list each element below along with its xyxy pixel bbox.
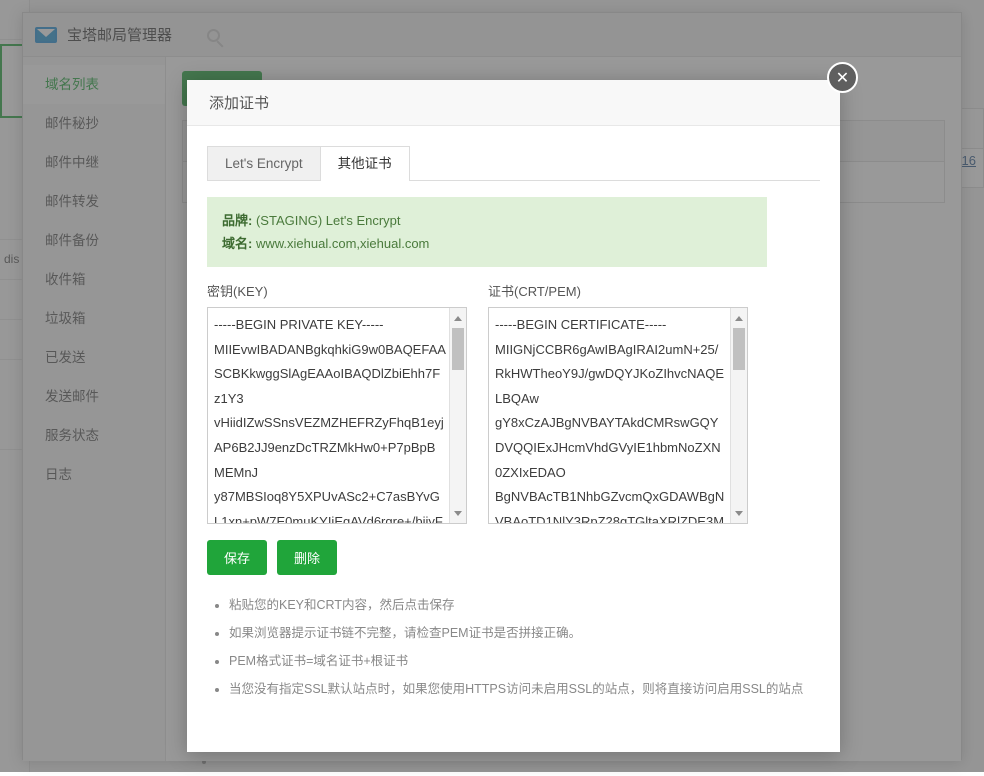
key-input[interactable]: -----BEGIN PRIVATE KEY----- MIIEvwIBADAN…: [207, 307, 467, 524]
scroll-up-icon[interactable]: [731, 310, 747, 326]
modal-body: Let's Encrypt 其他证书 品牌: (STAGING) Let's E…: [187, 126, 840, 703]
key-field-column: 密钥(KEY) -----BEGIN PRIVATE KEY----- MIIE…: [207, 281, 467, 524]
certificate-tips: 粘贴您的KEY和CRT内容，然后点击保存 如果浏览器提示证书链不完整，请检查PE…: [207, 591, 820, 703]
scroll-down-icon[interactable]: [450, 505, 466, 521]
info-brand-value: (STAGING) Let's Encrypt: [256, 213, 401, 228]
certificate-fields: 密钥(KEY) -----BEGIN PRIVATE KEY----- MIIE…: [207, 281, 820, 524]
tip-item: 粘贴您的KEY和CRT内容，然后点击保存: [229, 591, 820, 619]
key-field-label: 密钥(KEY): [207, 281, 467, 300]
scroll-down-icon[interactable]: [731, 505, 747, 521]
scroll-up-icon[interactable]: [450, 310, 466, 326]
close-icon[interactable]: ✕: [827, 62, 858, 93]
scrollbar-thumb[interactable]: [733, 328, 745, 370]
info-brand-line: 品牌: (STAGING) Let's Encrypt: [222, 209, 752, 232]
cert-input[interactable]: -----BEGIN CERTIFICATE----- MIIGNjCCBR6g…: [488, 307, 748, 524]
save-button[interactable]: 保存: [207, 540, 267, 575]
modal-header: 添加证书: [187, 80, 840, 126]
cert-scrollbar[interactable]: [730, 308, 747, 523]
certificate-tabs: Let's Encrypt 其他证书: [207, 146, 820, 181]
info-domain-line: 域名: www.xiehual.com,xiehual.com: [222, 232, 752, 255]
info-domain-label: 域名:: [222, 236, 252, 251]
scrollbar-thumb[interactable]: [452, 328, 464, 370]
tab-lets-encrypt[interactable]: Let's Encrypt: [207, 146, 321, 180]
tip-item: 当您没有指定SSL默认站点时，如果您使用HTTPS访问未启用SSL的站点，则将直…: [229, 675, 820, 703]
info-brand-label: 品牌:: [222, 213, 252, 228]
tab-other-certificate[interactable]: 其他证书: [320, 146, 410, 181]
modal-title: 添加证书: [209, 92, 269, 113]
delete-button[interactable]: 删除: [277, 540, 337, 575]
cert-field-label: 证书(CRT/PEM): [488, 281, 748, 300]
info-domain-value: www.xiehual.com,xiehual.com: [256, 236, 429, 251]
add-certificate-modal: ✕ 添加证书 Let's Encrypt 其他证书 品牌: (STAGING) …: [187, 80, 840, 752]
modal-actions: 保存 删除: [207, 540, 820, 575]
key-scrollbar[interactable]: [449, 308, 466, 523]
certificate-info-box: 品牌: (STAGING) Let's Encrypt 域名: www.xieh…: [207, 197, 767, 267]
tip-item: PEM格式证书=域名证书+根证书: [229, 647, 820, 675]
tip-item: 如果浏览器提示证书链不完整，请检查PEM证书是否拼接正确。: [229, 619, 820, 647]
cert-input-value: -----BEGIN CERTIFICATE----- MIIGNjCCBR6g…: [495, 313, 727, 524]
key-input-value: -----BEGIN PRIVATE KEY----- MIIEvwIBADAN…: [214, 313, 446, 524]
cert-field-column: 证书(CRT/PEM) -----BEGIN CERTIFICATE----- …: [488, 281, 748, 524]
